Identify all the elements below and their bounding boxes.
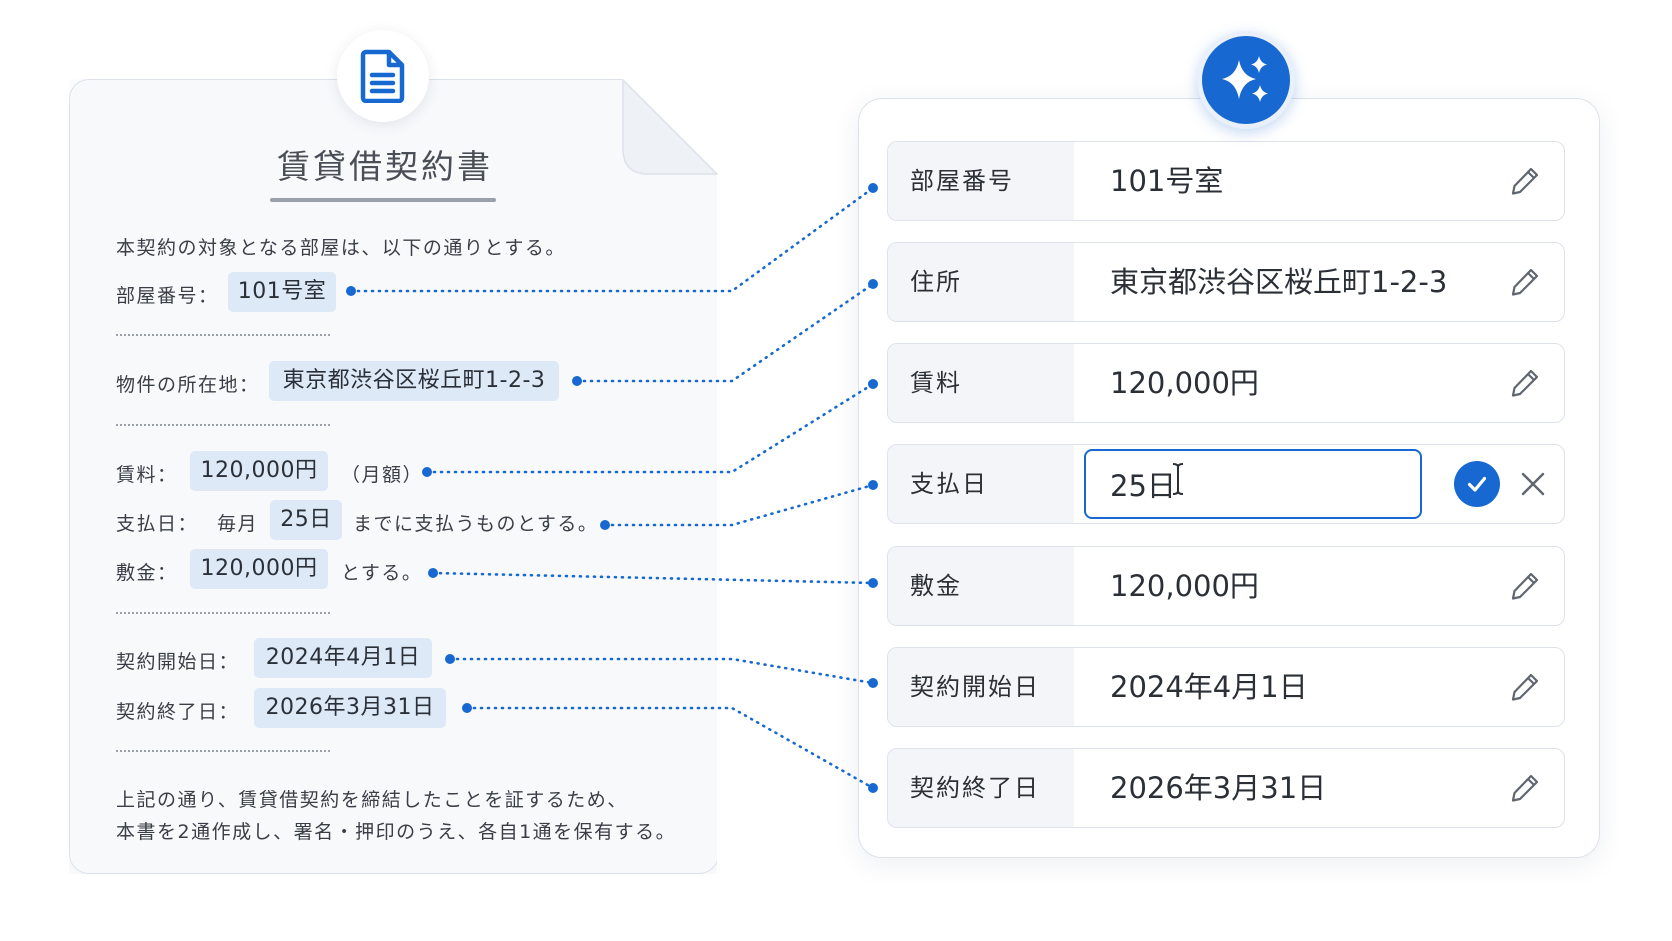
field-row-payment-day: 支払日 [887,444,1565,524]
field-value: 2026年3月31日 [1110,771,1327,805]
check-icon [1467,476,1487,492]
edit-button[interactable] [1506,567,1544,605]
rent-value-chip: 120,000円 [190,451,328,491]
field-value: 東京都渋谷区桜丘町1-2-3 [1110,265,1448,299]
field-label: 部屋番号 [888,142,1074,220]
dotted-separator [116,750,330,752]
field-label: 住所 [888,243,1074,321]
field-value: 120,000円 [1110,366,1259,400]
payment-day-input[interactable] [1084,449,1422,519]
deposit-suffix: とする。 [341,562,423,584]
field-value: 101号室 [1110,164,1224,198]
field-label: 賃料 [888,344,1074,422]
room-value-chip: 101号室 [228,272,336,312]
field-label: 敷金 [888,547,1074,625]
text-cursor-icon [1172,463,1184,495]
field-row-start-date: 契約開始日 2024年4月1日 [887,647,1565,727]
deposit-label: 敷金： [116,562,178,584]
pencil-icon [1511,268,1539,296]
field-label: 契約開始日 [888,648,1074,726]
deposit-value-chip: 120,000円 [190,549,328,589]
end-date-value-chip: 2026年3月31日 [254,688,446,728]
closing-line-1: 上記の通り、賃貸借契約を締結したことを証するため、 [116,789,628,811]
edit-button[interactable] [1506,263,1544,301]
pencil-icon [1511,572,1539,600]
address-value-chip: 東京都渋谷区桜丘町1-2-3 [269,361,559,401]
document-title: 賃貸借契約書 [277,147,493,186]
payday-suffix: までに支払うものとする。 [353,513,599,535]
pencil-icon [1511,774,1539,802]
pencil-icon [1511,673,1539,701]
field-row-address: 住所 東京都渋谷区桜丘町1-2-3 [887,242,1565,322]
edit-button[interactable] [1506,364,1544,402]
dotted-separator [116,424,330,426]
edit-button[interactable] [1506,668,1544,706]
rent-suffix: （月額） [341,464,424,486]
intro-text: 本契約の対象となる部屋は、以下の通りとする。 [116,237,566,259]
dotted-separator [116,612,330,614]
dotted-separator [116,334,330,336]
edit-button[interactable] [1506,162,1544,200]
pencil-icon [1511,369,1539,397]
field-value: 2024年4月1日 [1110,670,1308,704]
payday-value-chip: 25日 [270,500,342,540]
title-underline [270,198,496,202]
page-fold-corner [622,79,718,175]
cancel-button[interactable] [1510,461,1556,507]
room-label: 部屋番号： [116,285,219,307]
field-row-end-date: 契約終了日 2026年3月31日 [887,748,1565,828]
start-date-label: 契約開始日： [116,651,240,673]
field-row-room-number: 部屋番号 101号室 [887,141,1565,221]
start-date-value-chip: 2024年4月1日 [254,638,432,678]
closing-line-2: 本書を2通作成し、署名・押印のうえ、各自1通を保有する。 [116,821,677,843]
payday-label: 支払日： [116,513,199,535]
pencil-icon [1511,167,1539,195]
document-icon [360,49,405,103]
field-value: 120,000円 [1110,569,1259,603]
address-label: 物件の所在地： [116,374,260,396]
field-label: 支払日 [888,445,1074,523]
sparkles-icon [1222,56,1268,102]
end-date-label: 契約終了日： [116,701,240,723]
edit-button[interactable] [1506,769,1544,807]
field-row-deposit: 敷金 120,000円 [887,546,1565,626]
rent-label: 賃料： [116,464,178,486]
field-label: 契約終了日 [888,749,1074,827]
close-icon [1521,472,1545,496]
ai-extraction-badge [1197,31,1295,129]
payday-prefix: 毎月 [217,513,259,535]
document-icon-badge [337,30,429,122]
confirm-button[interactable] [1454,461,1500,507]
field-row-rent: 賃料 120,000円 [887,343,1565,423]
